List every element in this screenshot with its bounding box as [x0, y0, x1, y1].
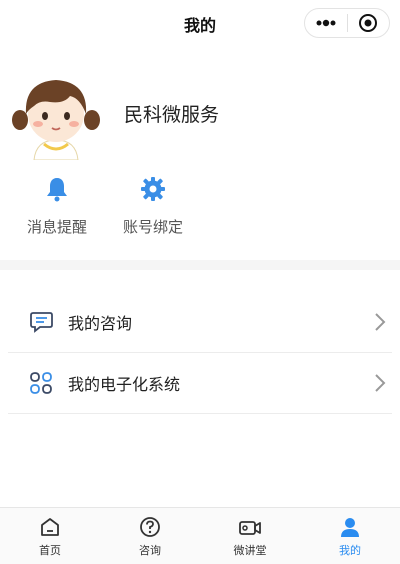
tab-label: 咨询 — [139, 543, 161, 557]
shortcut-account-binding[interactable]: 账号绑定 — [113, 172, 193, 237]
tab-bar: 首页 咨询 微讲堂 我的 — [0, 507, 400, 564]
video-icon — [239, 520, 261, 535]
avatar[interactable] — [10, 68, 102, 161]
tab-home[interactable]: 首页 — [0, 508, 100, 564]
chevron-right-icon — [375, 374, 386, 392]
username: 民科微服务 — [124, 104, 220, 126]
shortcut-label: 消息提醒 — [26, 218, 87, 236]
shortcut-message-reminder[interactable]: 消息提醒 — [17, 172, 97, 237]
tab-micro-lecture[interactable]: 微讲堂 — [200, 508, 300, 564]
user-icon — [341, 517, 359, 537]
bell-icon — [47, 178, 67, 202]
profile-section: 民科微服务 — [0, 60, 400, 161]
tab-label: 我的 — [339, 543, 361, 557]
chevron-right-icon — [375, 313, 386, 331]
chat-icon — [30, 312, 53, 333]
menu-item-label: 我的电子化系统 — [68, 375, 181, 394]
menu-list: 我的咨询 我的电子化系统 — [8, 292, 392, 414]
more-button[interactable] — [305, 9, 347, 37]
nav-bar: 我的 — [0, 0, 400, 48]
girl-avatar-icon — [12, 80, 100, 161]
tab-label: 微讲堂 — [233, 543, 267, 557]
more-dots-icon — [316, 19, 336, 27]
tab-consult[interactable]: 咨询 — [100, 508, 200, 564]
page-title: 我的 — [183, 16, 216, 35]
home-icon — [41, 517, 59, 536]
menu-item-my-consultation[interactable]: 我的咨询 — [8, 292, 392, 353]
menu-item-label: 我的咨询 — [68, 314, 133, 333]
target-close-icon — [359, 14, 378, 32]
menu-item-my-electronic-system[interactable]: 我的电子化系统 — [8, 353, 392, 414]
tab-label: 首页 — [39, 543, 61, 557]
tab-mine[interactable]: 我的 — [300, 508, 400, 564]
gear-icon — [141, 177, 165, 201]
question-icon — [140, 516, 160, 537]
apps-icon — [30, 372, 52, 394]
section-divider — [0, 260, 400, 270]
close-button[interactable] — [348, 9, 389, 37]
mini-program-capsule — [304, 8, 390, 38]
shortcuts-row: 消息提醒 账号绑定 — [0, 172, 400, 242]
shortcut-label: 账号绑定 — [122, 218, 183, 236]
